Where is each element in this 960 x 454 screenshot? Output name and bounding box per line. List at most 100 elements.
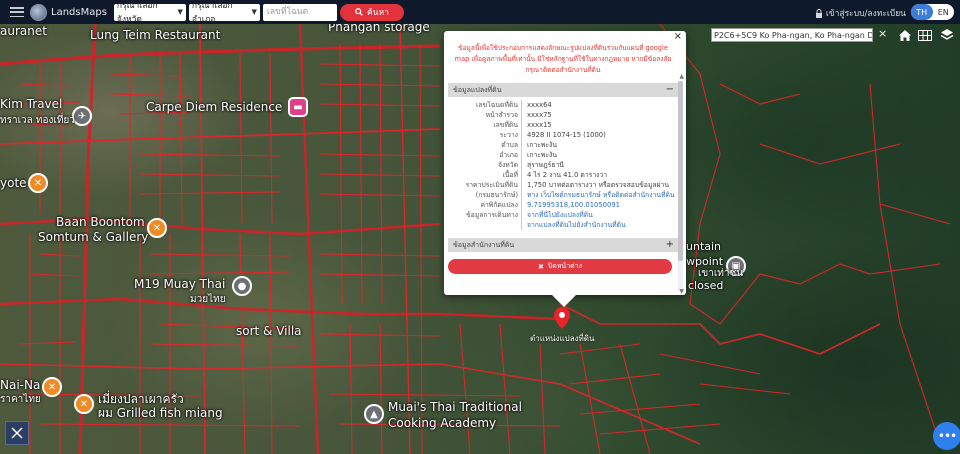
poi-label: M19 Muay Thai: [134, 277, 226, 291]
disclaimer-text: ข้อมูลนี้เพื่อใช้ประกอบการแสดงลักษณะรูปแ…: [454, 44, 672, 74]
detail-value: สุราษฎร์ธานี: [527, 161, 564, 169]
ruler-pencil-icon: [11, 427, 23, 439]
detail-row: ตำบล เกาะพะงัน: [448, 140, 678, 150]
scrollbar-thumb[interactable]: [678, 81, 683, 261]
gym-poi-icon[interactable]: ●: [232, 276, 252, 296]
scroll-up-icon[interactable]: ▲: [679, 73, 684, 80]
close-icon: ✖: [537, 262, 544, 271]
detail-key: เลขโฉนดที่ดิน: [448, 100, 522, 110]
scroll-down-icon[interactable]: ▼: [679, 288, 684, 295]
lang-th-option[interactable]: TH: [911, 4, 933, 20]
poi-label: untain: [686, 240, 722, 253]
detail-key: ข้อมูลการเดินทาง: [448, 210, 522, 220]
marker-label: ตำแหน่งแปลงที่ดิน: [530, 334, 595, 343]
login-link[interactable]: เข้าสู่ระบบ/ลงทะเบียน: [815, 6, 906, 20]
landsmaps-logo: [30, 3, 47, 21]
poi-label: yote: [0, 176, 27, 190]
detail-key: เลขที่ดิน: [448, 120, 522, 130]
poi-label: auranet: [0, 24, 47, 38]
poi-label: closed: [688, 279, 724, 292]
detail-value: xxxx64: [527, 101, 552, 109]
province-select-value: กรุณาเลือกจังหวัด: [116, 1, 158, 25]
detail-value: xxxx75: [527, 111, 552, 119]
brand-name: LandsMaps: [51, 6, 107, 18]
poi-label: ผม Grilled fish miang: [98, 406, 223, 420]
detail-row: เนื้อที่ 4 ไร่ 2 งาน 41.0 ตารางวา: [448, 170, 678, 180]
home-icon: [899, 29, 911, 41]
poi-label: Somtum & Gallery: [38, 230, 149, 244]
popup-scrollbar[interactable]: [678, 81, 683, 291]
search-button[interactable]: ค้นหา: [339, 3, 404, 21]
poi-label: Carpe Diem Residence: [146, 100, 283, 114]
poi-label: มวยไทย: [190, 294, 226, 305]
amphoe-select-value: กรุณาเลือกอำเภอ: [191, 1, 233, 25]
detail-key: หน้าสำรวจ: [448, 110, 522, 120]
detail-key: ตำบล: [448, 140, 522, 150]
layers-icon: [940, 29, 954, 40]
directions-to-office-link[interactable]: จากแปลงที่ดินไปยังสำนักงานที่ดิน: [522, 220, 626, 230]
detail-key: เนื้อที่: [448, 170, 522, 180]
collapse-icon[interactable]: −: [666, 83, 674, 97]
restaurant-poi-icon[interactable]: ✕: [42, 377, 62, 397]
parcel-number-input[interactable]: [262, 3, 337, 21]
search-icon: [355, 8, 363, 16]
popup-close-icon[interactable]: ×: [674, 31, 682, 42]
detail-key: จังหวัด: [448, 160, 522, 170]
expand-icon[interactable]: +: [666, 238, 674, 252]
detail-row: เลขโฉนดที่ดิน xxxx64: [448, 100, 678, 110]
coordinate-search-input[interactable]: P2C6+5C9 Ko Pha-ngan, Ko Pha-ngan Dis: [711, 28, 873, 42]
amphoe-select[interactable]: กรุณาเลือกอำเภอ ▼: [188, 1, 260, 25]
treasury-website-link[interactable]: ทาง เว็บไซต์กรมธนารักษ์ หรือติดต่อสำนักง…: [522, 190, 675, 200]
detail-value: 1,750 บาทต่อตารางวา หรือตรวจสอบข้อมูลผ่า…: [527, 181, 669, 189]
detail-row: เลขที่ดิน xxxx15: [448, 120, 678, 130]
close-window-button[interactable]: ✖ ปิดหน้าต่าง: [448, 259, 672, 274]
search-button-label: ค้นหา: [366, 8, 389, 18]
school-poi-icon[interactable]: ▲: [364, 404, 384, 424]
poi-label: Cooking Academy: [388, 416, 497, 430]
detail-value: เกาะพะงัน: [527, 151, 558, 159]
detail-key: (กรมธนารักษ์): [448, 190, 522, 200]
detail-row: (กรมธนารักษ์) ทาง เว็บไซต์กรมธนารักษ์ หรื…: [448, 190, 678, 200]
detail-row: ราคาประเมินที่ดิน 1,750 บาทต่อตารางวา หรื…: [448, 180, 678, 190]
chevron-down-icon: ▼: [177, 8, 183, 16]
section-office-title: ข้อมูลสำนักงานที่ดิน: [453, 240, 515, 249]
language-toggle[interactable]: TH EN: [911, 4, 954, 20]
hotel-poi-icon[interactable]: ▬: [288, 97, 308, 117]
section-parcel-header[interactable]: ข้อมูลแปลงที่ดิน −: [448, 83, 678, 97]
parcel-location-pin-icon[interactable]: [554, 307, 570, 329]
province-select[interactable]: กรุณาเลือกจังหวัด ▼: [113, 1, 186, 25]
directions-to-parcel-link[interactable]: จากที่นี่ไปยังแปลงที่ดิน: [522, 210, 593, 220]
parcel-details: เลขโฉนดที่ดิน xxxx64 หน้าสำรวจ xxxx75 เลขท…: [448, 100, 678, 230]
more-options-button[interactable]: •••: [933, 422, 960, 450]
poi-label: Baan Boontom: [56, 215, 145, 229]
close-window-label: ปิดหน้าต่าง: [547, 262, 583, 270]
restaurant-poi-icon[interactable]: ✕: [74, 394, 94, 414]
poi-label: ราคาไทย: [0, 394, 41, 405]
poi-label: Muai's Thai Traditional: [388, 400, 522, 414]
measure-tool-button[interactable]: [5, 421, 29, 445]
section-parcel-title: ข้อมูลแปลงที่ดิน: [453, 85, 502, 94]
top-bar: LandsMaps กรุณาเลือกจังหวัด ▼ กรุณาเลือก…: [0, 0, 960, 25]
login-label: เข้าสู่ระบบ/ลงทะเบียน: [825, 9, 906, 19]
lock-icon: [815, 8, 822, 18]
home-button[interactable]: [896, 27, 914, 43]
detail-key: ราคาประเมินที่ดิน: [448, 180, 522, 190]
detail-key: ระวาง: [448, 130, 522, 140]
detail-value: เกาะพะงัน: [527, 141, 558, 149]
lang-en-option[interactable]: EN: [933, 4, 955, 20]
chevron-down-icon: ▼: [251, 8, 257, 16]
detail-row: จังหวัด สุราษฎร์ธานี: [448, 160, 678, 170]
poi-label: sort & Villa: [236, 324, 302, 338]
menu-icon[interactable]: [10, 7, 24, 17]
poi-label: Lung Teim Restaurant: [90, 28, 221, 42]
section-office-header[interactable]: ข้อมูลสำนักงานที่ดิน +: [448, 238, 678, 252]
restaurant-poi-icon[interactable]: ✕: [147, 218, 167, 238]
coordinate-link[interactable]: 9.71995318,100.01050091: [522, 200, 620, 210]
detail-row: อำเภอ เกาะพะงัน: [448, 150, 678, 160]
travel-poi-icon[interactable]: ✈: [72, 106, 92, 126]
layers-button[interactable]: [938, 27, 956, 43]
clear-search-icon[interactable]: ×: [878, 27, 887, 40]
poi-label: Phangan storage: [328, 24, 430, 34]
grid-button[interactable]: [916, 27, 934, 43]
restaurant-poi-icon[interactable]: ✕: [28, 173, 48, 193]
